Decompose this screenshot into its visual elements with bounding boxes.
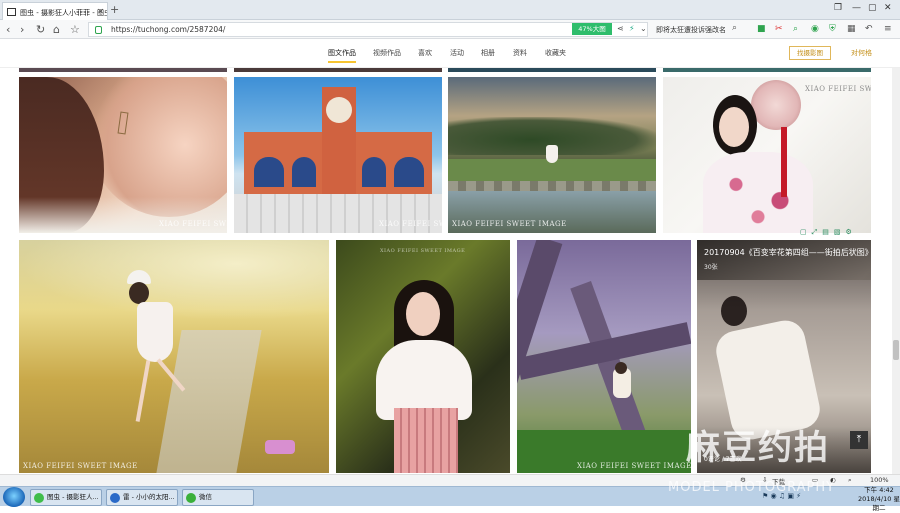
photo-field-girl[interactable]: XIAO FEIFEI SWEET IMAGE: [19, 240, 329, 473]
chevron-down-icon[interactable]: ⌄: [640, 24, 647, 33]
grid-icon[interactable]: ▦: [847, 24, 856, 34]
zoom-level[interactable]: 100%: [870, 476, 889, 484]
start-button[interactable]: [3, 487, 25, 507]
clock-time: 下午 4:42: [864, 486, 894, 494]
photo-strip: [234, 68, 442, 72]
page-icon: [7, 8, 16, 16]
watermark: XIAO FEIFEI SWEET IMAGE: [380, 248, 466, 254]
watermark: XIAO FEIFEI SWEET IMAGE: [379, 220, 442, 228]
tab-likes[interactable]: 喜欢: [418, 48, 432, 58]
news-ticker[interactable]: 即将太狂遭投诉强改名: [656, 25, 726, 35]
cut-icon[interactable]: ✂: [775, 24, 783, 34]
overlay-logo: 麻豆约拍: [686, 428, 830, 468]
zoom-icon[interactable]: ⌕: [848, 476, 852, 485]
minimize-button[interactable]: —: [852, 3, 861, 13]
photo-lake[interactable]: XIAO FEIFEI SWEET IMAGE: [448, 77, 656, 233]
photo-portrait-earring[interactable]: XIAO FEIFEI SWEET IMAGE: [19, 77, 227, 233]
find-icon[interactable]: ⌕: [793, 24, 798, 34]
task-label: 雷 - 小小的太阳...: [123, 493, 175, 501]
search-icon[interactable]: ⌕: [732, 23, 737, 33]
tab-video-works[interactable]: 视频作品: [373, 48, 401, 58]
bolt-icon[interactable]: ⚡: [629, 24, 635, 33]
task-chat[interactable]: 雷 - 小小的太阳...: [106, 489, 178, 506]
chat-icon: [110, 493, 120, 503]
find-photographer-button[interactable]: 找摄影图: [789, 46, 831, 60]
photo-strip: [448, 68, 656, 72]
album-caption[interactable]: 20170904《百变宰花第四组——街拍后状图》: [704, 247, 873, 258]
maximize-button[interactable]: ▢: [868, 3, 877, 13]
share-icon[interactable]: ⋖: [617, 24, 624, 33]
task-browser[interactable]: 图虫 - 摄影狂人...: [30, 489, 102, 506]
undo-icon[interactable]: ↶: [865, 24, 873, 34]
clock-date: 2018/4/10 星期二: [858, 495, 900, 512]
shift-button[interactable]: 对何格: [851, 48, 872, 58]
task-wechat[interactable]: 微信: [182, 489, 254, 506]
photo-castle[interactable]: XIAO FEIFEI SWEET IMAGE: [234, 77, 442, 233]
browser-tab[interactable]: 图虫 - 摄影狂人小菲菲 - 图虫网 ✕: [2, 2, 108, 20]
url-text: https://tuchong.com/2587204/: [111, 25, 226, 34]
task-label: 微信: [199, 493, 212, 501]
watermark: XIAO FEIFEI SWEET IMAGE: [159, 220, 227, 228]
wechat-icon: [186, 493, 196, 503]
tab-activities[interactable]: 活动: [450, 48, 464, 58]
reload-icon[interactable]: ↻: [36, 23, 45, 36]
system-clock[interactable]: 下午 4:42 2018/4/10 星期二: [858, 486, 900, 513]
extension-icon[interactable]: ■: [757, 24, 766, 34]
site-nav: 图文作品 视频作品 喜欢 活动 相册 资料 收藏夹: [0, 40, 900, 68]
url-bar[interactable]: https://tuchong.com/2587204/: [88, 22, 648, 37]
scrollbar[interactable]: [892, 68, 900, 474]
new-tab-button[interactable]: +: [110, 3, 119, 16]
shield-icon[interactable]: ⛨: [829, 24, 836, 34]
task-label: 图虫 - 摄影狂人...: [47, 493, 99, 501]
close-window-button[interactable]: ✕: [884, 3, 892, 13]
game-icon[interactable]: ◉: [811, 24, 819, 34]
scrollbar-thumb[interactable]: [893, 340, 899, 360]
photo-tree-girl[interactable]: XIAO FEIFEI SWEET IMAGE: [517, 240, 691, 473]
photo-qipao-fan[interactable]: XIAO FEIFEI SWEET IMAGE: [663, 77, 871, 233]
watermark: XIAO FEIFEI SWEET IMAGE: [805, 85, 871, 93]
photo-strip: [19, 68, 227, 72]
overlay-subtitle: MODEL PHOTOGRAPHY: [668, 480, 836, 495]
home-icon[interactable]: ⌂: [53, 23, 60, 36]
tab-profile[interactable]: 资料: [513, 48, 527, 58]
tab-photo-works[interactable]: 图文作品: [328, 48, 356, 63]
menu-icon[interactable]: ≡: [884, 24, 892, 34]
close-tab-icon[interactable]: ✕: [97, 7, 104, 16]
back-icon[interactable]: ‹: [6, 23, 10, 36]
lock-icon: [95, 26, 102, 34]
image-badge[interactable]: 47%大图: [572, 23, 612, 35]
tab-bar: 图虫 - 摄影狂人小菲菲 - 图虫网 ✕ + ❐ — ▢ ✕: [0, 0, 900, 20]
album-count: 30张: [704, 264, 718, 271]
restore-icon[interactable]: ❐: [834, 3, 842, 13]
photo-tool-icons[interactable]: ▢⤢▤▧⚙: [800, 228, 857, 237]
tab-title: 图虫 - 摄影狂人小菲菲 - 图虫网: [20, 9, 107, 17]
star-icon[interactable]: ☆: [70, 23, 80, 36]
watermark: XIAO FEIFEI SWEET IMAGE: [577, 462, 691, 470]
photo-garden-girl[interactable]: XIAO FEIFEI SWEET IMAGE: [336, 240, 510, 473]
watermark: XIAO FEIFEI SWEET IMAGE: [452, 220, 567, 228]
browser-icon: [34, 493, 44, 503]
back-to-top-button[interactable]: ⤒: [850, 431, 868, 449]
forward-icon[interactable]: ›: [20, 23, 24, 36]
photo-strip: [663, 68, 871, 72]
tab-favorites[interactable]: 收藏夹: [545, 48, 566, 58]
tab-albums[interactable]: 相册: [481, 48, 495, 58]
watermark: XIAO FEIFEI SWEET IMAGE: [23, 462, 138, 470]
